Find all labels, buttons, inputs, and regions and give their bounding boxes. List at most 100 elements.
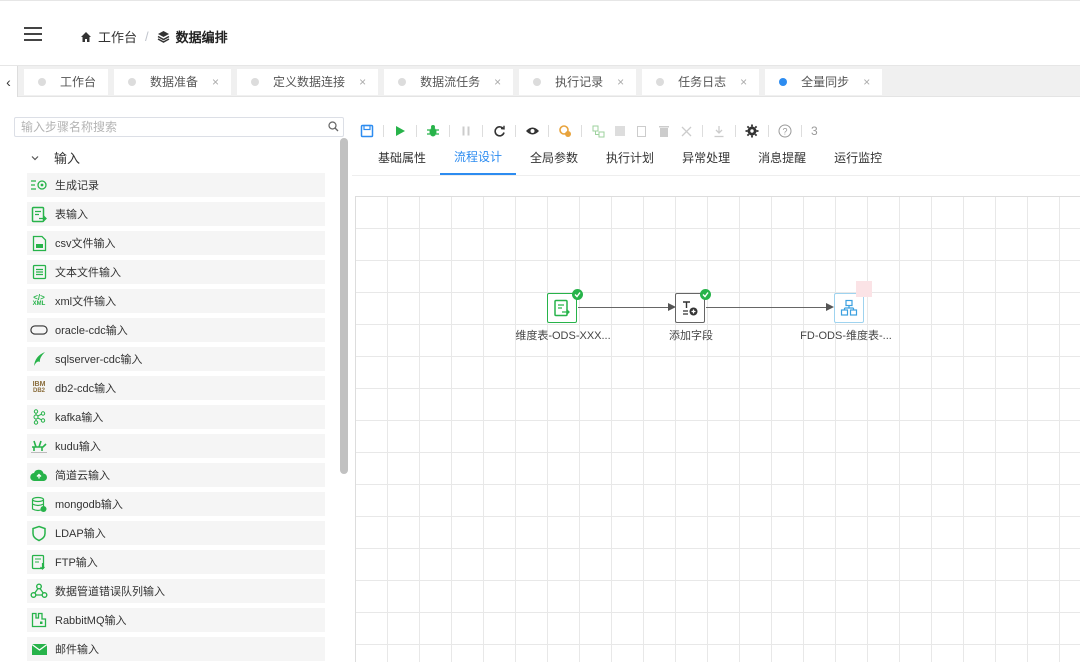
add-field-icon [683,301,698,316]
subtab-7[interactable]: 运行监控 [820,145,896,175]
tab-status-dot [779,77,788,86]
generate-records-icon [30,176,48,194]
tab-4[interactable]: 数据流任务 × [384,68,514,95]
table-input-icon [30,205,48,223]
close-icon [681,126,691,136]
step-item[interactable]: sqlserver-cdc输入 [27,347,325,371]
flow-node-output[interactable] [834,293,864,323]
toolbar-divider [581,125,582,137]
toolbar-divider [449,125,450,137]
tab-close-icon[interactable]: × [863,75,870,89]
settings-check-icon [559,125,571,137]
tab-status-dot [656,77,665,86]
step-item[interactable]: 生成记录 [27,173,325,197]
xml-caption: XML [32,301,46,307]
kudu-icon [30,437,48,455]
tab-close-icon[interactable]: × [740,75,747,89]
tab-status-dot [533,77,542,86]
flow-node-label: 添加字段 [669,330,713,342]
design-subtabs: 基础属性 流程设计 全局参数 执行计划 异常处理 消息提醒 运行监控 [352,146,1080,176]
tab-close-icon[interactable]: × [494,75,501,89]
settings-button[interactable] [743,122,761,140]
bug-icon [427,125,439,137]
tab-close-icon[interactable]: × [212,75,219,89]
flow-edge-1-2[interactable] [578,307,674,308]
toolbar-divider [548,125,549,137]
tab-label: 数据准备 [150,75,199,89]
subtab-3[interactable]: 全局参数 [516,145,592,175]
step-item[interactable]: kafka输入 [27,405,325,429]
save-button[interactable] [358,122,376,140]
subtab-2[interactable]: 流程设计 [440,145,517,175]
step-item[interactable]: oracle-cdc输入 [27,318,325,342]
step-item[interactable]: 邮件输入 [27,637,325,661]
flow-canvas[interactable]: 维度表-ODS-XXX... 添加字段 FD-ODS-维度表-... [355,196,1080,662]
step-item[interactable]: IBM DB2 db2-cdc输入 [27,376,325,400]
oracle-icon [30,321,48,339]
config-check-button[interactable] [556,122,574,140]
step-item[interactable]: 文本文件输入 [27,260,325,284]
step-item-label: mongodb输入 [55,499,123,511]
toolbar-divider [702,125,703,137]
flow-edge-2-3[interactable] [706,307,832,308]
step-item[interactable]: csv文件输入 [27,231,325,255]
flow-node-label: FD-ODS-维度表-... [800,330,892,342]
toolbar-divider [515,125,516,137]
search-icon[interactable] [328,121,339,132]
clear-button[interactable] [677,122,695,140]
step-item[interactable]: 表输入 [27,202,325,226]
subtab-5[interactable]: 异常处理 [668,145,744,175]
breadcrumb-home[interactable]: 工作台 [98,27,137,46]
tab-6[interactable]: 任务日志 × [642,68,760,95]
toolbar-divider [383,125,384,137]
help-button[interactable]: ? [776,122,794,140]
download-button[interactable] [710,122,728,140]
tab-label: 执行记录 [555,75,604,89]
step-item[interactable]: 数据管道错误队列输入 [27,579,325,603]
debug-button[interactable] [424,122,442,140]
tabs-scroll-left-button[interactable]: ‹ [0,66,18,97]
refresh-button[interactable] [490,122,508,140]
step-search-input[interactable] [15,118,315,136]
tab-close-icon[interactable]: × [359,75,366,89]
chevron-down-icon [31,155,39,160]
pause-button[interactable] [457,122,475,140]
error-count: 3 [811,124,818,138]
copy-button[interactable] [633,122,651,140]
tabs-bar: ‹ 工作台 数据准备 × 定义数据连接 × 数据流任务 × 执行记录 × 任务日志 × 全量同步 × [0,66,1080,97]
step-item[interactable]: mongodb输入 [27,492,325,516]
toolbar-divider [482,125,483,137]
subtab-6[interactable]: 消息提醒 [744,145,820,175]
delete-button[interactable] [655,122,673,140]
tab-2[interactable]: 数据准备 × [114,68,232,95]
run-button[interactable] [391,122,409,140]
step-item-label: 数据管道错误队列输入 [55,586,165,598]
select-all-button[interactable] [611,122,629,140]
step-item[interactable]: LDAP输入 [27,521,325,545]
tab-label: 任务日志 [678,75,727,89]
sidebar-scrollbar[interactable] [340,138,348,474]
tab-7[interactable]: 全量同步 × [765,68,883,95]
breadcrumb: 工作台 / 数据编排 [80,27,228,46]
step-item[interactable]: 简道云输入 [27,463,325,487]
layout-button[interactable] [589,122,607,140]
play-icon [396,126,405,136]
step-item[interactable]: FTP输入 [27,550,325,574]
tab-close-icon[interactable]: × [617,75,624,89]
tab-3[interactable]: 定义数据连接 × [237,68,379,95]
mail-icon [30,640,48,658]
menu-toggle-icon[interactable] [24,27,42,41]
subtab-1[interactable]: 基础属性 [364,145,440,175]
cloud-icon [30,466,48,484]
step-item[interactable]: </> XML xml文件输入 [27,289,325,313]
group-input-toggle[interactable]: 输入 [30,148,80,167]
step-item[interactable]: kudu输入 [27,434,325,458]
step-item[interactable]: RabbitMQ输入 [27,608,325,632]
eye-icon [525,127,539,135]
tab-1[interactable]: 工作台 [24,68,109,95]
tab-status-dot [251,77,260,86]
subtab-4[interactable]: 执行计划 [592,145,668,175]
trash-icon [659,125,669,137]
tab-5[interactable]: 执行记录 × [519,68,637,95]
preview-button[interactable] [523,122,541,140]
